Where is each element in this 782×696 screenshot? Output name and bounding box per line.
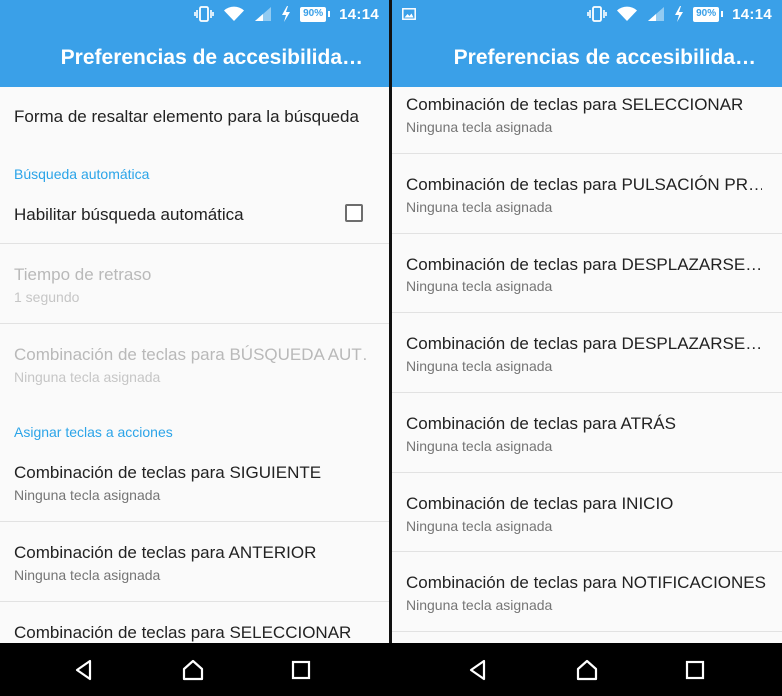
pref-title: Combinación de teclas para PULSACIÓN PR… (406, 175, 762, 194)
pref-next-keys[interactable]: Combinación de teclas para SIGUIENTE Nin… (0, 443, 389, 522)
recents-icon[interactable] (286, 655, 316, 685)
back-icon[interactable] (463, 655, 493, 685)
page-title: Preferencias de accesibilida… (453, 45, 756, 69)
signal-icon (254, 6, 272, 22)
category-assign-keys: Asignar teclas a acciones (14, 424, 173, 440)
navigation-bar (0, 643, 782, 696)
pref-title: Combinación de teclas para NOTIFICACIONE… (406, 573, 766, 592)
status-bar: 90% 14:14 (0, 0, 389, 28)
pref-home-keys[interactable]: Combinación de teclas para INICIO Ningun… (392, 473, 782, 552)
pref-auto-search-keys: Combinación de teclas para BÚSQUEDA AUT…… (0, 324, 389, 404)
recents-icon[interactable] (680, 655, 710, 685)
pref-summary: Ninguna tecla asignada (406, 438, 553, 454)
vibrate-icon (587, 6, 607, 22)
pref-previous-keys[interactable]: Combinación de teclas para ANTERIOR Ning… (0, 522, 389, 602)
pref-title: Combinación de teclas para SELECCIONAR (14, 623, 352, 642)
home-icon[interactable] (178, 655, 208, 685)
pref-title: Habilitar búsqueda automática (14, 205, 244, 224)
pref-title: Combinación de teclas para SELECCIONAR (406, 95, 744, 114)
app-bar: Preferencias de accesibilida… (392, 28, 782, 87)
pref-long-press-keys[interactable]: Combinación de teclas para PULSACIÓN PR…… (392, 154, 782, 234)
pref-summary: Ninguna tecla asignada (406, 278, 553, 294)
pref-scroll-keys-2[interactable]: Combinación de teclas para DESPLAZARSE… … (392, 313, 782, 393)
vibrate-icon (194, 6, 214, 22)
clock: 14:14 (732, 5, 772, 23)
pref-title: Tiempo de retraso (14, 265, 152, 284)
pref-highlight-style[interactable]: Forma de resaltar elemento para la búsqu… (0, 87, 389, 147)
battery-indicator: 90% (300, 6, 331, 22)
pref-title: Combinación de teclas para DESPLAZARSE… (406, 334, 762, 353)
pref-scroll-keys-1[interactable]: Combinación de teclas para DESPLAZARSE… … (392, 234, 782, 313)
pref-title: Combinación de teclas para INICIO (406, 494, 674, 513)
pref-title: Forma de resaltar elemento para la búsqu… (14, 107, 359, 126)
pref-summary: Ninguna tecla asignada (406, 119, 553, 135)
pref-summary: 1 segundo (14, 289, 80, 305)
battery-level: 90% (693, 6, 720, 22)
pref-title: Combinación de teclas para SIGUIENTE (14, 463, 322, 482)
pref-title: Combinación de teclas para DESPLAZARSE… (406, 255, 762, 274)
pref-summary: Ninguna tecla asignada (14, 487, 161, 503)
image-notification-icon (402, 8, 416, 20)
preference-list[interactable]: Combinación de teclas para SELECCIONAR N… (392, 87, 782, 643)
right-screen: 90% 14:14 Preferencias de accesibilida… … (392, 0, 782, 643)
pref-select-keys[interactable]: Combinación de teclas para SELECCIONAR (0, 602, 389, 643)
battery-level: 90% (300, 6, 327, 22)
pref-summary: Ninguna tecla asignada (14, 369, 161, 385)
pref-select-keys[interactable]: Combinación de teclas para SELECCIONAR N… (392, 87, 782, 154)
wifi-icon (616, 6, 638, 22)
home-icon[interactable] (572, 655, 602, 685)
pref-title: Combinación de teclas para ANTERIOR (14, 543, 317, 562)
battery-indicator: 90% (693, 6, 724, 22)
auto-search-checkbox[interactable] (345, 204, 363, 222)
clock: 14:14 (339, 5, 379, 23)
pref-summary: Ninguna tecla asignada (14, 567, 161, 583)
pref-title: Combinación de teclas para BÚSQUEDA AUT… (14, 345, 369, 364)
preference-list[interactable]: Forma de resaltar elemento para la búsqu… (0, 87, 389, 643)
pref-summary: Ninguna tecla asignada (406, 597, 553, 613)
charging-icon (281, 6, 291, 22)
category-auto-search: Búsqueda automática (14, 166, 150, 182)
status-bar: 90% 14:14 (392, 0, 782, 28)
pref-notifications-keys[interactable]: Combinación de teclas para NOTIFICACIONE… (392, 552, 782, 632)
page-title: Preferencias de accesibilida… (60, 45, 363, 69)
signal-icon (647, 6, 665, 22)
pref-delay-time: Tiempo de retraso 1 segundo (0, 244, 389, 324)
pref-title: Combinación de teclas para ATRÁS (406, 414, 676, 433)
wifi-icon (223, 6, 245, 22)
pref-summary: Ninguna tecla asignada (406, 518, 553, 534)
app-bar: Preferencias de accesibilida… (0, 28, 389, 87)
back-icon[interactable] (69, 655, 99, 685)
pref-enable-auto-search[interactable]: Habilitar búsqueda automática (0, 185, 389, 244)
left-screen: 90% 14:14 Preferencias de accesibilida… … (0, 0, 389, 643)
pref-summary: Ninguna tecla asignada (406, 358, 553, 374)
pref-back-keys[interactable]: Combinación de teclas para ATRÁS Ninguna… (392, 393, 782, 473)
pref-summary: Ninguna tecla asignada (406, 199, 553, 215)
charging-icon (674, 6, 684, 22)
